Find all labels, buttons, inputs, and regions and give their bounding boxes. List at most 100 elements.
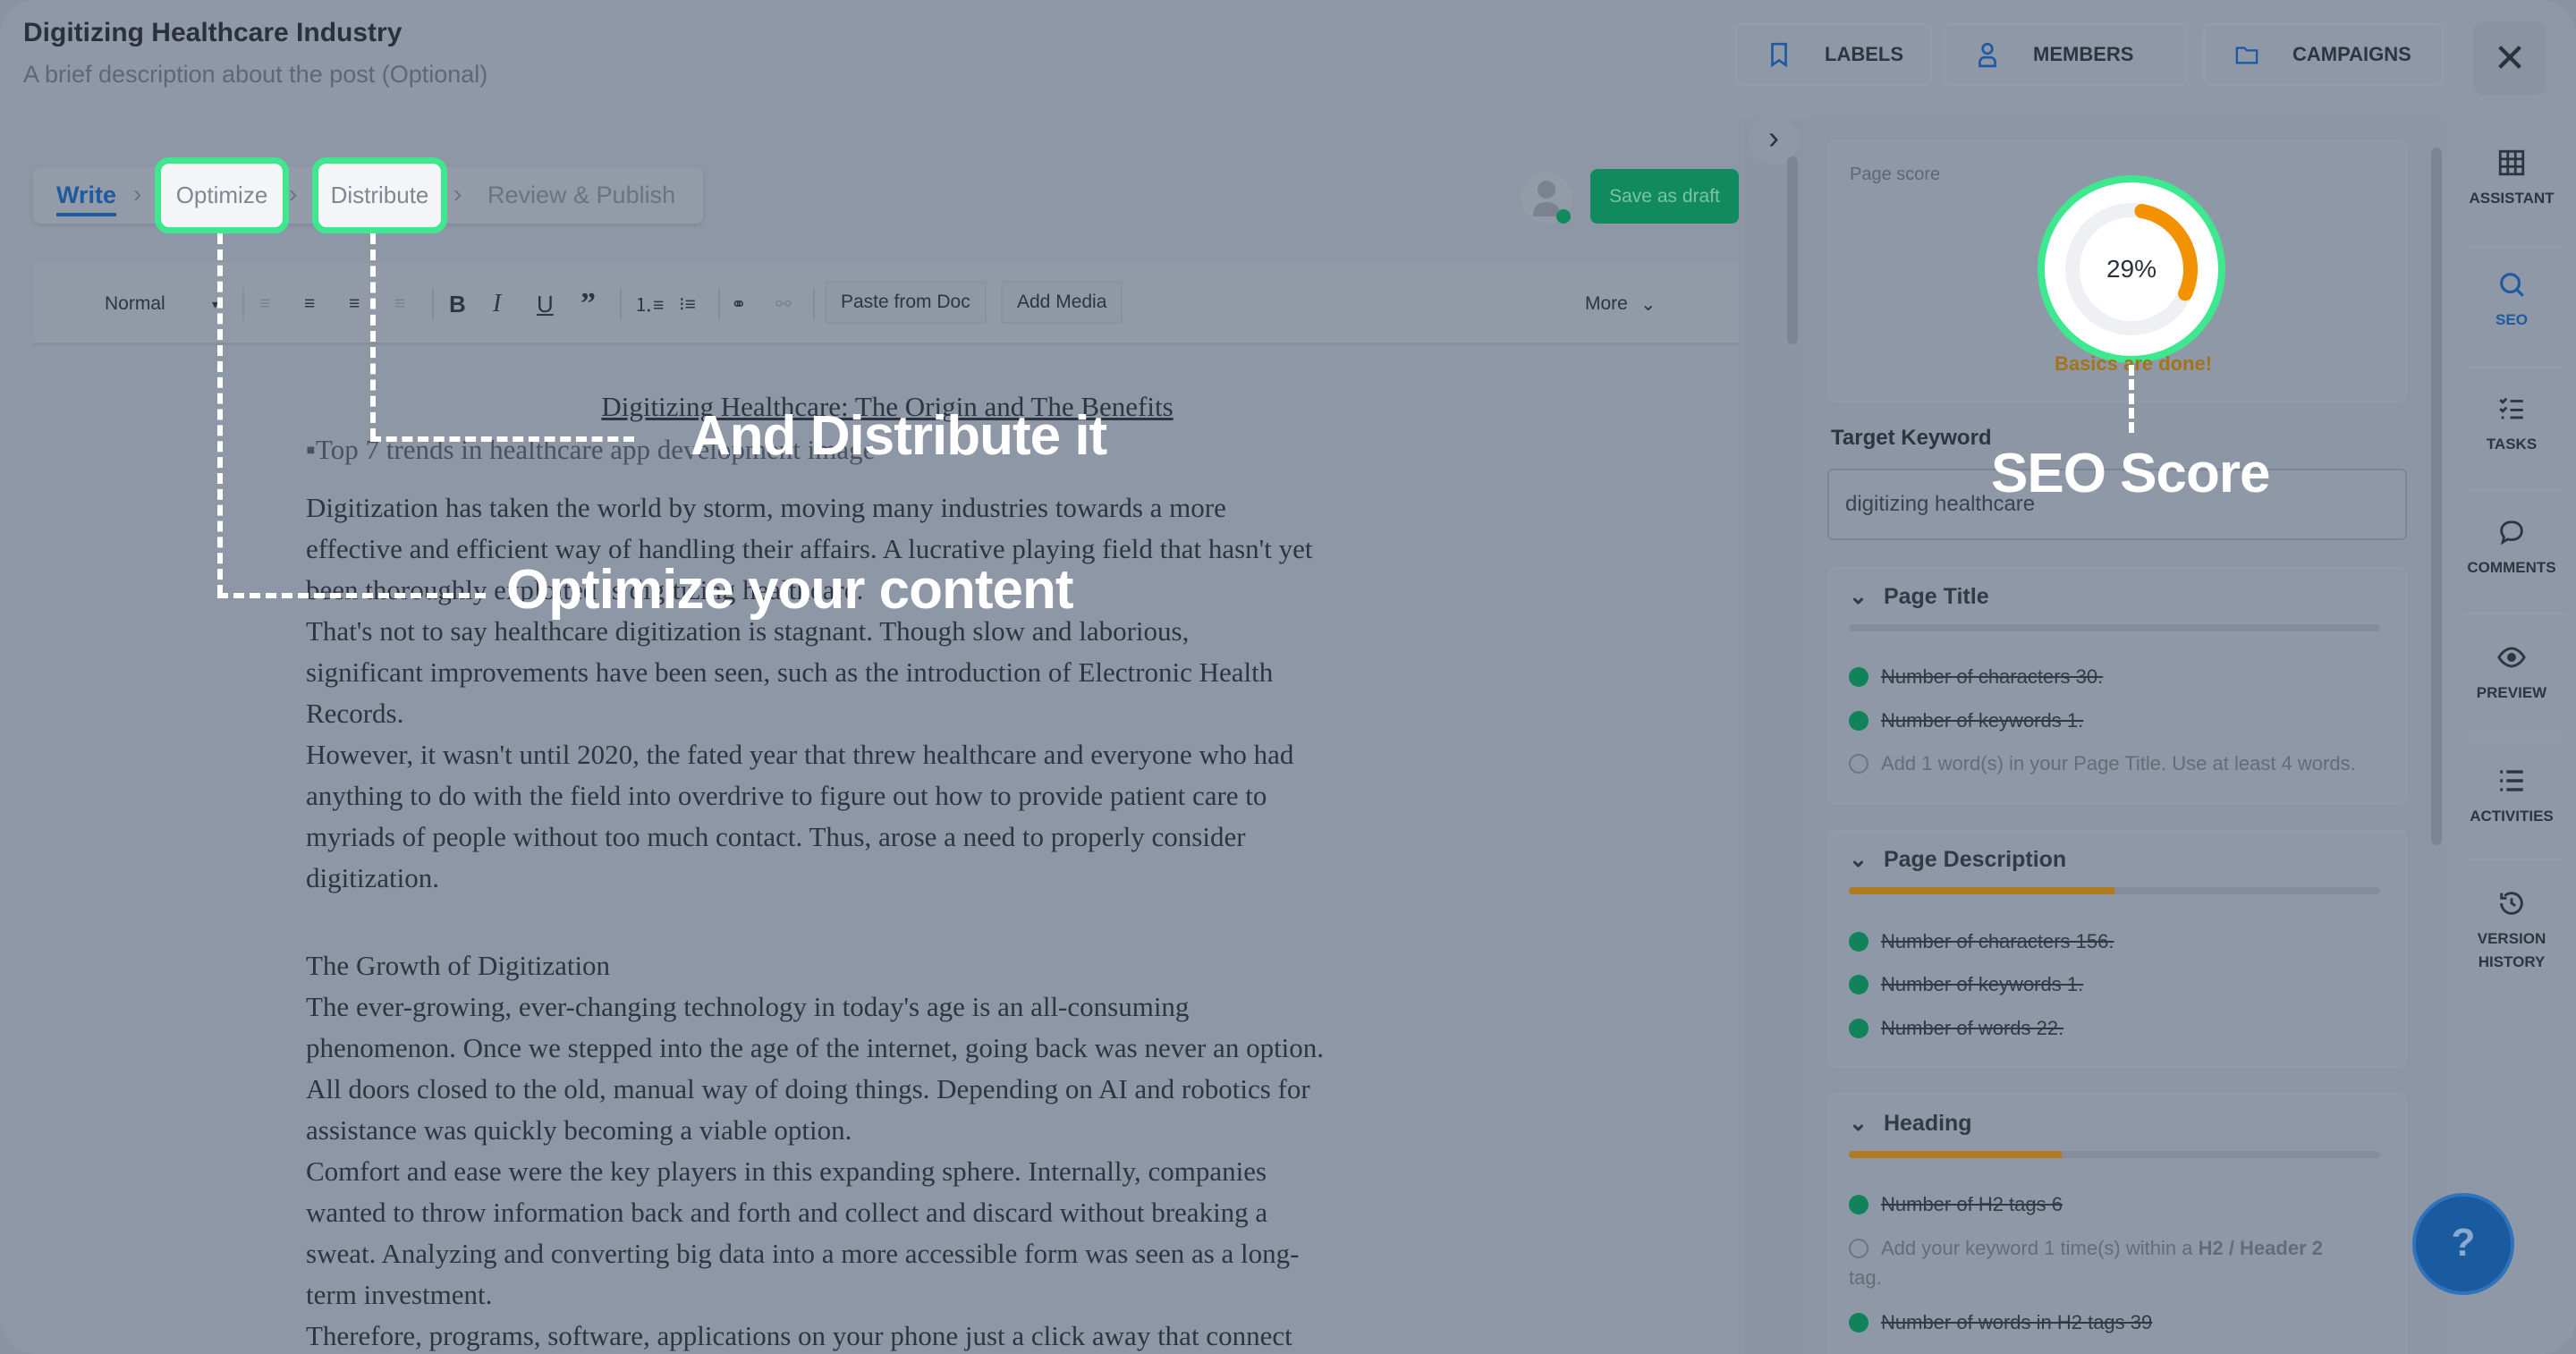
user-icon xyxy=(1979,42,1996,68)
check-done-icon xyxy=(1849,1195,1868,1214)
divider xyxy=(2467,367,2563,368)
check-item: Number of H2 tags 6 xyxy=(1849,1193,2063,1216)
check-pending-icon xyxy=(1849,1239,1868,1258)
annotation-line xyxy=(2129,365,2134,433)
score-value: 29% xyxy=(2106,255,2157,283)
page-description-header[interactable]: ⌄ Page Description xyxy=(1849,846,2066,873)
bookmark-icon xyxy=(1771,42,1787,68)
page-title-header[interactable]: ⌄ Page Title xyxy=(1849,583,1989,610)
members-label: MEMBERS xyxy=(2033,43,2134,65)
help-button[interactable]: ? xyxy=(2412,1193,2514,1295)
underline-icon[interactable]: U xyxy=(537,263,554,345)
divider xyxy=(2467,246,2563,248)
rail-label: HISTORY xyxy=(2478,953,2546,970)
divider xyxy=(620,288,622,320)
post-description[interactable]: A brief description about the post (Opti… xyxy=(23,61,487,89)
align-justify-icon[interactable]: ≡ xyxy=(394,263,405,345)
score-gauge: 29% xyxy=(2038,175,2225,363)
check-done-icon xyxy=(1849,975,1868,994)
ordered-list-icon[interactable]: ⒈≡ xyxy=(634,263,664,345)
post-title[interactable]: Digitizing Healthcare Industry xyxy=(23,18,402,48)
rail-assistant[interactable]: ASSISTANT xyxy=(2460,148,2563,210)
text-line: anything to do with the field into overd… xyxy=(306,780,1267,811)
section-title: Page Title xyxy=(1883,583,1989,609)
check-item: Number of keywords 1. xyxy=(1849,973,2083,996)
editor-scrollbar[interactable] xyxy=(1787,157,1798,344)
text-line: Therefore, programs, software, applicati… xyxy=(306,1320,1292,1351)
rail-version-history[interactable]: VERSION HISTORY xyxy=(2460,888,2563,974)
comment-icon xyxy=(2500,520,2523,546)
rail-label: VERSION xyxy=(2477,930,2546,947)
check-done-icon xyxy=(1849,932,1868,952)
tab-optimize[interactable]: Optimize xyxy=(155,157,289,233)
align-center-icon[interactable]: ≡ xyxy=(304,263,315,345)
check-done-icon xyxy=(1849,667,1868,687)
rail-label: ASSISTANT xyxy=(2469,190,2555,207)
check-item: Add your keyword 1 time(s) within a H2 /… xyxy=(1849,1237,2323,1260)
editor-toolbar: Normal ▾ ≡ ≡ ≡ ≡ B I U ” ⒈≡ ⁝≡ ⚭ ⚯ Paste… xyxy=(33,263,1739,345)
heading-progress xyxy=(1849,1151,2380,1158)
history-icon xyxy=(2500,892,2523,915)
align-right-icon[interactable]: ≡ xyxy=(349,263,360,345)
more-button[interactable]: More ⌄ xyxy=(1585,263,1656,345)
check-text: Add your keyword 1 time(s) within a xyxy=(1881,1237,2199,1259)
avatar[interactable] xyxy=(1521,172,1572,224)
unlink-icon[interactable]: ⚯ xyxy=(775,263,792,345)
user-silhouette-icon xyxy=(1533,181,1571,224)
check-text: Number of H2 tags 6 xyxy=(1881,1193,2063,1215)
labels-button[interactable]: LABELS xyxy=(1735,23,1932,86)
rail-tasks[interactable]: TASKS xyxy=(2460,394,2563,456)
grid-icon xyxy=(2498,149,2525,176)
check-text: Add 1 word(s) in your Page Title. Use at… xyxy=(1881,752,2356,774)
members-button[interactable]: MEMBERS xyxy=(1944,23,2187,86)
tab-review-publish[interactable]: Review & Publish xyxy=(487,167,675,224)
text-line: sweat. Analyzing and converting big data… xyxy=(306,1238,1300,1269)
tasks-icon xyxy=(2499,397,2523,419)
check-pending-icon xyxy=(1849,754,1868,774)
divider xyxy=(2467,489,2563,491)
panel-scrollbar[interactable] xyxy=(2431,148,2442,845)
bold-icon[interactable]: B xyxy=(449,263,466,345)
check-item: Add 1 word(s) in your Page Title. Use at… xyxy=(1849,752,2356,775)
rail-label: PREVIEW xyxy=(2476,684,2547,701)
chevron-right-icon: › xyxy=(133,180,142,207)
align-left-icon[interactable]: ≡ xyxy=(259,263,270,345)
bullet-list-icon[interactable]: ⁝≡ xyxy=(679,263,696,345)
format-select[interactable]: Normal xyxy=(105,263,165,345)
quote-icon[interactable]: ” xyxy=(580,263,596,345)
paste-from-doc-button[interactable]: Paste from Doc xyxy=(825,281,987,324)
target-keyword-label: Target Keyword xyxy=(1831,426,1992,450)
list-icon xyxy=(2500,770,2523,791)
annotation-line xyxy=(370,436,634,442)
heading-header[interactable]: ⌄ Heading xyxy=(1849,1110,1972,1137)
check-text: Number of keywords 1. xyxy=(1881,709,2084,732)
rail-preview[interactable]: PREVIEW xyxy=(2460,642,2563,705)
italic-icon[interactable]: I xyxy=(493,263,501,345)
link-icon[interactable]: ⚭ xyxy=(731,263,747,345)
text-line: The ever-growing, ever-changing technolo… xyxy=(306,991,1190,1022)
campaigns-label: CAMPAIGNS xyxy=(2292,43,2411,65)
rail-seo[interactable]: SEO xyxy=(2460,269,2563,332)
rail-comments[interactable]: COMMENTS xyxy=(2460,517,2563,580)
check-done-icon xyxy=(1849,711,1868,731)
campaigns-button[interactable]: CAMPAIGNS xyxy=(2203,23,2444,86)
check-text-tail: tag. xyxy=(1849,1266,1882,1289)
check-text: Number of characters 156. xyxy=(1881,930,2114,952)
divider xyxy=(718,288,720,320)
check-done-icon xyxy=(1849,1313,1868,1333)
close-button[interactable]: ✕ xyxy=(2473,21,2546,95)
check-text: Number of words in H2 tags 39 xyxy=(1881,1311,2153,1333)
chevron-right-icon: › xyxy=(453,180,462,207)
annotation-optimize: Optimize your content xyxy=(506,559,1073,621)
text-line: assistance was quickly becoming a viable… xyxy=(306,1114,852,1146)
tab-write[interactable]: Write xyxy=(56,167,117,224)
annotation-line xyxy=(217,593,486,598)
save-as-draft-button[interactable]: Save as draft xyxy=(1590,169,1739,224)
section-title: Page Description xyxy=(1883,846,2067,872)
rail-activities[interactable]: ACTIVITIES xyxy=(2460,766,2563,828)
tab-distribute[interactable]: Distribute xyxy=(312,157,447,233)
text-line: term investment. xyxy=(306,1279,493,1310)
add-media-button[interactable]: Add Media xyxy=(1001,281,1123,324)
page-title-progress xyxy=(1849,624,2380,631)
check-item: Number of words in H2 tags 39 xyxy=(1849,1311,2152,1334)
